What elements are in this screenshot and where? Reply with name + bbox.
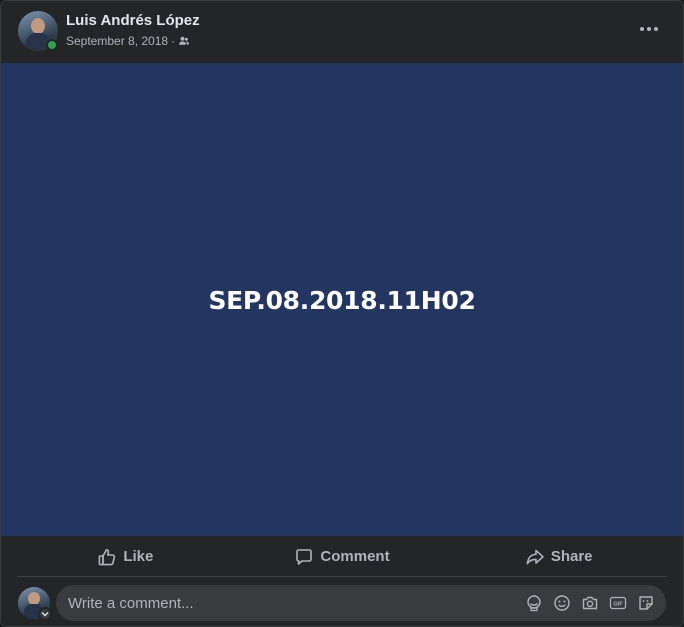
chevron-down-icon[interactable]: [38, 607, 52, 621]
comment-input[interactable]: [68, 585, 508, 621]
like-button[interactable]: Like: [17, 539, 234, 575]
action-bar: Like Comment Share: [17, 537, 667, 577]
post-date[interactable]: September 8, 2018: [66, 34, 168, 48]
share-arrow-icon: [525, 547, 545, 567]
avatar-sticker-icon[interactable]: [524, 593, 544, 613]
sticker-icon[interactable]: [636, 593, 656, 613]
more-options-button[interactable]: [635, 17, 663, 41]
comment-button[interactable]: Comment: [234, 539, 451, 575]
post-card: Luis Andrés López September 8, 2018 · SE…: [0, 0, 684, 627]
meta-separator: ·: [171, 34, 176, 48]
comment-bubble-icon: [294, 547, 314, 567]
friends-icon[interactable]: [178, 35, 190, 47]
more-dots-icon: [640, 27, 644, 31]
post-image-text: SEP.08.2018.11H02: [208, 286, 476, 315]
comment-composer: GIF: [18, 585, 668, 621]
comment-input-container: GIF: [56, 585, 666, 621]
author-name[interactable]: Luis Andrés López: [66, 12, 200, 29]
emoji-icon[interactable]: [552, 593, 572, 613]
share-label: Share: [550, 548, 593, 565]
like-label: Like: [123, 548, 154, 565]
post-header: Luis Andrés López September 8, 2018 ·: [1, 1, 683, 63]
thumbs-up-icon: [97, 547, 117, 567]
online-status-dot: [46, 39, 58, 51]
post-image[interactable]: SEP.08.2018.11H02: [1, 63, 683, 536]
comment-tools: GIF: [524, 585, 656, 621]
gif-icon[interactable]: GIF: [608, 593, 628, 613]
comment-label: Comment: [320, 548, 390, 565]
camera-icon[interactable]: [580, 593, 600, 613]
svg-text:GIF: GIF: [613, 602, 623, 608]
share-button[interactable]: Share: [450, 539, 667, 575]
post-meta: September 8, 2018 ·: [66, 34, 190, 48]
